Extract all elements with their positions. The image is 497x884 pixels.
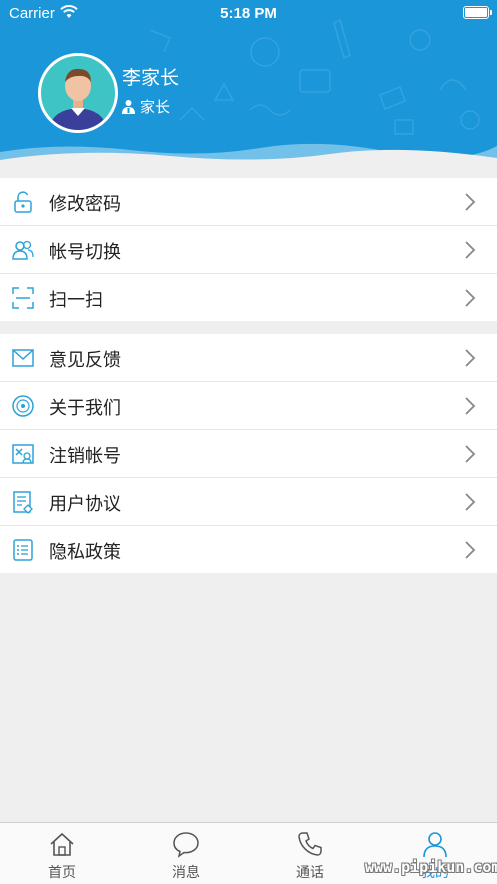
phone-icon <box>298 832 322 856</box>
menu-feedback[interactable]: 意见反馈 <box>0 334 497 382</box>
profile-icon <box>423 832 447 858</box>
tab-home[interactable]: 首页 <box>0 823 124 884</box>
menu-cancel-account[interactable]: 注销帐号 <box>0 430 497 478</box>
disc-icon <box>12 395 34 417</box>
agreement-icon <box>13 491 33 514</box>
menu-user-agreement[interactable]: 用户协议 <box>0 478 497 526</box>
menu-label: 注销帐号 <box>49 446 121 466</box>
avatar-person-icon <box>49 68 107 130</box>
parent-role-icon <box>122 100 135 114</box>
battery-icon <box>463 6 492 19</box>
menu-label: 隐私政策 <box>49 542 121 562</box>
tab-messages[interactable]: 消息 <box>124 823 248 884</box>
menu-label: 意见反馈 <box>49 350 121 370</box>
chevron-right-icon <box>465 289 476 307</box>
chevron-right-icon <box>465 193 476 211</box>
chevron-right-icon <box>465 397 476 415</box>
role-row: 家长 <box>121 96 170 117</box>
menu-label: 修改密码 <box>49 194 121 214</box>
chevron-right-icon <box>465 445 476 463</box>
menu-switch-account[interactable]: 帐号切换 <box>0 226 497 274</box>
cancel-account-icon <box>12 444 34 464</box>
chevron-right-icon <box>465 541 476 559</box>
menu-label: 用户协议 <box>49 494 121 514</box>
tab-label: 通话 <box>296 864 324 880</box>
status-bar: Carrier 5:18 PM <box>0 0 497 28</box>
menu-label: 扫一扫 <box>49 290 103 310</box>
user-name: 李家长 <box>122 68 180 89</box>
profile-header: Carrier 5:18 PM 李家长 家长 <box>0 0 497 168</box>
mail-icon <box>12 349 34 367</box>
header-wave <box>0 143 497 168</box>
chevron-right-icon <box>465 349 476 367</box>
tab-calls[interactable]: 通话 <box>248 823 372 884</box>
watermark-text: www.pipikun.com <box>365 858 497 876</box>
menu-label: 关于我们 <box>49 398 121 418</box>
menu-privacy-policy[interactable]: 隐私政策 <box>0 526 497 573</box>
menu-about-us[interactable]: 关于我们 <box>0 382 497 430</box>
chevron-right-icon <box>465 241 476 259</box>
menu-label: 帐号切换 <box>49 242 121 262</box>
tab-label: 首页 <box>48 864 76 880</box>
status-time: 5:18 PM <box>220 5 277 22</box>
avatar[interactable] <box>38 53 118 133</box>
scan-icon <box>12 287 34 309</box>
role-label: 家长 <box>140 99 171 116</box>
tab-label: 消息 <box>172 864 200 880</box>
privacy-list-icon <box>13 539 33 561</box>
home-icon <box>50 832 74 856</box>
lock-icon <box>14 191 32 213</box>
message-icon <box>173 832 199 858</box>
chevron-right-icon <box>465 493 476 511</box>
settings-group-about: 意见反馈 关于我们 注销帐号 用户协议 隐私政策 <box>0 334 497 573</box>
switch-account-icon <box>12 240 34 260</box>
menu-change-password[interactable]: 修改密码 <box>0 178 497 226</box>
settings-group-account: 修改密码 帐号切换 扫一扫 <box>0 178 497 321</box>
menu-scan[interactable]: 扫一扫 <box>0 274 497 321</box>
